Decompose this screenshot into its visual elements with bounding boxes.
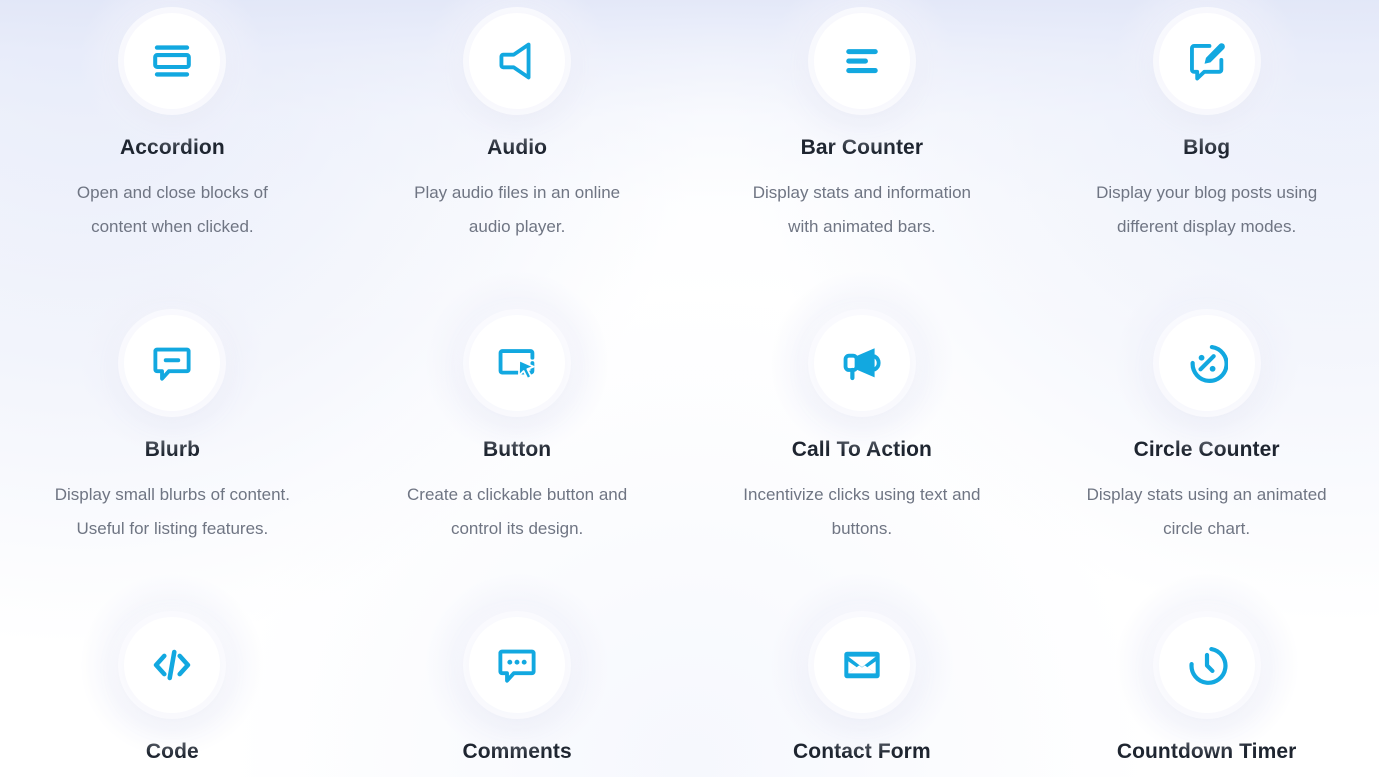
blurb-bubble-icon [124,315,221,411]
module-icon-halo [124,617,221,713]
module-icon-halo [813,617,910,713]
module-card[interactable]: Contact Form [690,604,1035,777]
module-description: Play audio files in an online audio play… [414,183,621,236]
clock-timer-icon [1158,617,1255,713]
module-icon-halo [1158,315,1255,411]
module-icon-halo [124,315,221,411]
module-title: Accordion [120,136,225,159]
module-card[interactable]: Comments [345,604,690,777]
module-card[interactable]: Audio Play audio files in an online audio… [345,0,690,302]
module-icon-halo [813,315,910,411]
module-title: Button [483,438,552,461]
module-card[interactable]: Code [0,604,345,777]
module-description: Display small blurbs of content. Useful … [54,485,291,538]
button-cursor-icon [469,315,566,411]
module-icon-halo [469,617,566,713]
module-description: Display stats using an animated circle c… [1086,485,1327,538]
module-title: Circle Counter [1133,438,1280,461]
module-title: Blog [1183,136,1231,159]
module-grid: Accordion Open and close blocks of conten… [0,0,1379,777]
module-description: Display your blog posts using different … [1096,183,1318,236]
module-title: Bar Counter [800,136,924,159]
module-title: Code [145,740,199,763]
module-card[interactable]: Button Create a clickable button and cont… [345,302,690,604]
module-icon-halo [469,315,566,411]
module-title: Audio [487,136,548,159]
comments-dots-icon [469,617,566,713]
module-title: Call To Action [791,438,932,461]
module-title: Comments [462,740,572,763]
bar-counter-icon [813,13,910,109]
module-card[interactable]: Blog Display your blog posts using differ… [1034,0,1379,302]
circle-percent-icon [1158,315,1255,411]
module-title: Countdown Timer [1116,740,1297,763]
module-description: Open and close blocks of content when cl… [76,183,268,236]
module-icon-halo [469,13,566,109]
module-icon-halo [1158,617,1255,713]
module-icon-halo [124,13,221,109]
module-card[interactable]: Countdown Timer [1034,604,1379,777]
module-card[interactable]: Blurb Display small blurbs of content. Us… [0,302,345,604]
module-card[interactable]: Circle Counter Display stats using an ani… [1034,302,1379,604]
module-description: Incentivize clicks using text and button… [743,485,981,538]
module-title: Contact Form [793,740,931,763]
module-icon-halo [813,13,910,109]
module-title: Blurb [144,438,201,461]
speaker-icon [469,13,566,109]
megaphone-icon [813,315,910,411]
code-brackets-icon [124,617,221,713]
module-description: Create a clickable button and control it… [407,485,628,538]
blog-pencil-icon [1158,13,1255,109]
module-card[interactable]: Accordion Open and close blocks of conten… [0,0,345,302]
module-card[interactable]: Bar Counter Display stats and information… [690,0,1035,302]
module-card[interactable]: Call To Action Incentivize clicks using t… [690,302,1035,604]
accordion-icon [124,13,221,109]
envelope-icon [813,617,910,713]
module-icon-halo [1158,13,1255,109]
module-description: Display stats and information with anima… [752,183,972,236]
